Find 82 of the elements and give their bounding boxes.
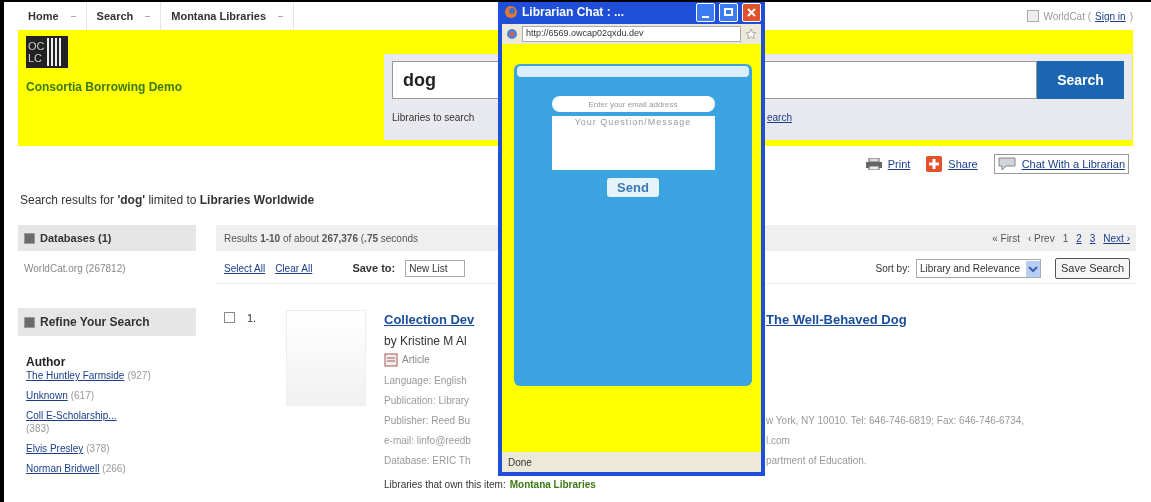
save-to-select[interactable]: New List	[405, 260, 466, 277]
facet-title: Author	[25, 356, 67, 369]
result-author: by Kristine M Al	[384, 332, 468, 350]
message-field[interactable]: Your Question/Message	[551, 116, 715, 170]
facet-link[interactable]: Elvis Presley	[26, 443, 84, 454]
result-title-link[interactable]: Collection Dev	[384, 310, 499, 330]
close-button[interactable]	[742, 2, 761, 22]
logo-text: OC	[28, 40, 45, 52]
nav-link[interactable]: Montana Libraries	[171, 7, 266, 25]
page-link[interactable]: 2	[1076, 230, 1082, 246]
sort-select[interactable]: Library and Relevance	[915, 259, 1041, 278]
result-detail: Database: ERIC Th	[384, 453, 472, 467]
close-icon	[747, 7, 756, 17]
sort-label: Sort by:	[875, 262, 910, 276]
site-subtitle: Consortia Borrowing Demo	[26, 79, 183, 96]
facet-count: (617)	[70, 390, 95, 401]
minimize-button[interactable]	[696, 2, 715, 22]
account-label: WorldCat (	[1043, 9, 1092, 24]
first-link[interactable]: « First	[992, 230, 1020, 246]
window-title: Librarian Chat : ...	[522, 4, 625, 21]
result-detail: Language: English	[384, 373, 468, 387]
result-detail: partment of Education.	[766, 453, 868, 467]
result-detail: Publisher: Reed Bu	[384, 413, 472, 427]
facet-count: (927)	[127, 370, 151, 381]
plus-icon	[926, 156, 943, 172]
database-item[interactable]: WorldCat.org (267812)	[18, 261, 196, 276]
holdings-link[interactable]: Montana Libraries	[509, 478, 596, 490]
result-detail: l.com	[766, 433, 791, 447]
url-field[interactable]: http://6569.owcap02qxdu.dev	[522, 26, 741, 42]
holdings-label: Libraries that own this item:	[384, 478, 506, 490]
result-detail: e-mail: linfo@reedb	[384, 433, 472, 447]
chat-bubble-icon	[997, 157, 1016, 171]
facet-count: (266)	[102, 463, 126, 474]
search-hint: Libraries to search	[392, 111, 476, 125]
results-summary: Results 1-10 of about 267,376 (.75 seconds	[223, 231, 420, 246]
facet-link[interactable]: Norman Bridwell	[26, 463, 100, 474]
logo-text: LC	[28, 52, 44, 64]
result-checkbox[interactable]	[224, 312, 235, 323]
select-all-link[interactable]: Select All	[224, 261, 266, 276]
result-detail: w York, NY 10010. Tel: 646-746-6819; Fax: 646-746-6734,	[766, 413, 1025, 427]
result-detail: Publication: Library	[384, 393, 471, 407]
nav-link[interactable]: Search	[96, 7, 134, 25]
results-heading: Search results for 'dog' limited to Libraries Worldwide	[20, 193, 315, 207]
printer-icon	[865, 158, 882, 170]
facet-link[interactable]: Coll E-Scholarship...	[26, 410, 117, 421]
browser-logo-icon	[504, 5, 518, 19]
article-icon	[384, 351, 398, 367]
status-text: Done	[508, 455, 532, 470]
sign-in-link[interactable]: Sign in	[1095, 8, 1126, 24]
facet-count: (383)	[26, 423, 50, 434]
nav-link[interactable]: Home	[28, 7, 59, 25]
chat-link[interactable]: Chat With a Librarian	[993, 153, 1129, 175]
search-button[interactable]: Search	[1037, 61, 1124, 99]
collapse-icon	[24, 232, 35, 244]
refine-title: Refine Your Search	[40, 314, 150, 331]
save-to-label: Save to:	[352, 261, 396, 277]
clear-all-link[interactable]: Clear All	[275, 261, 313, 276]
facet-link[interactable]: Unknown	[26, 390, 68, 401]
page-link[interactable]: 3	[1089, 230, 1096, 246]
star-icon[interactable]	[745, 28, 757, 40]
worldcat-icon	[1027, 10, 1040, 22]
advanced-search-link[interactable]: earch	[767, 110, 1124, 125]
result-title-link[interactable]: The Well-Behaved Dog	[766, 310, 1025, 330]
facet-count: (378)	[86, 443, 110, 454]
prev-link[interactable]: ‹ Prev	[1027, 230, 1055, 246]
databases-title: Databases (1)	[40, 230, 112, 246]
logo-bars-icon	[46, 38, 63, 66]
account-suffix: )	[1129, 9, 1133, 24]
result-format: Article	[402, 352, 430, 367]
share-link[interactable]: Share	[926, 155, 978, 173]
chevron-down-icon	[1026, 260, 1040, 277]
maximize-button[interactable]	[719, 2, 738, 22]
email-field[interactable]: Enter your email address	[551, 96, 715, 112]
page-link[interactable]: 1	[1062, 230, 1069, 246]
print-link[interactable]: Print	[865, 155, 911, 173]
collapse-icon	[24, 316, 35, 328]
save-search-button[interactable]: Save Search	[1055, 258, 1130, 279]
send-button[interactable]: Send	[607, 178, 659, 197]
next-link[interactable]: Next ›	[1103, 230, 1130, 246]
facet-link[interactable]: The Huntley Farmside	[26, 370, 125, 381]
result-number: 1.	[247, 311, 257, 326]
site-icon	[506, 28, 518, 40]
